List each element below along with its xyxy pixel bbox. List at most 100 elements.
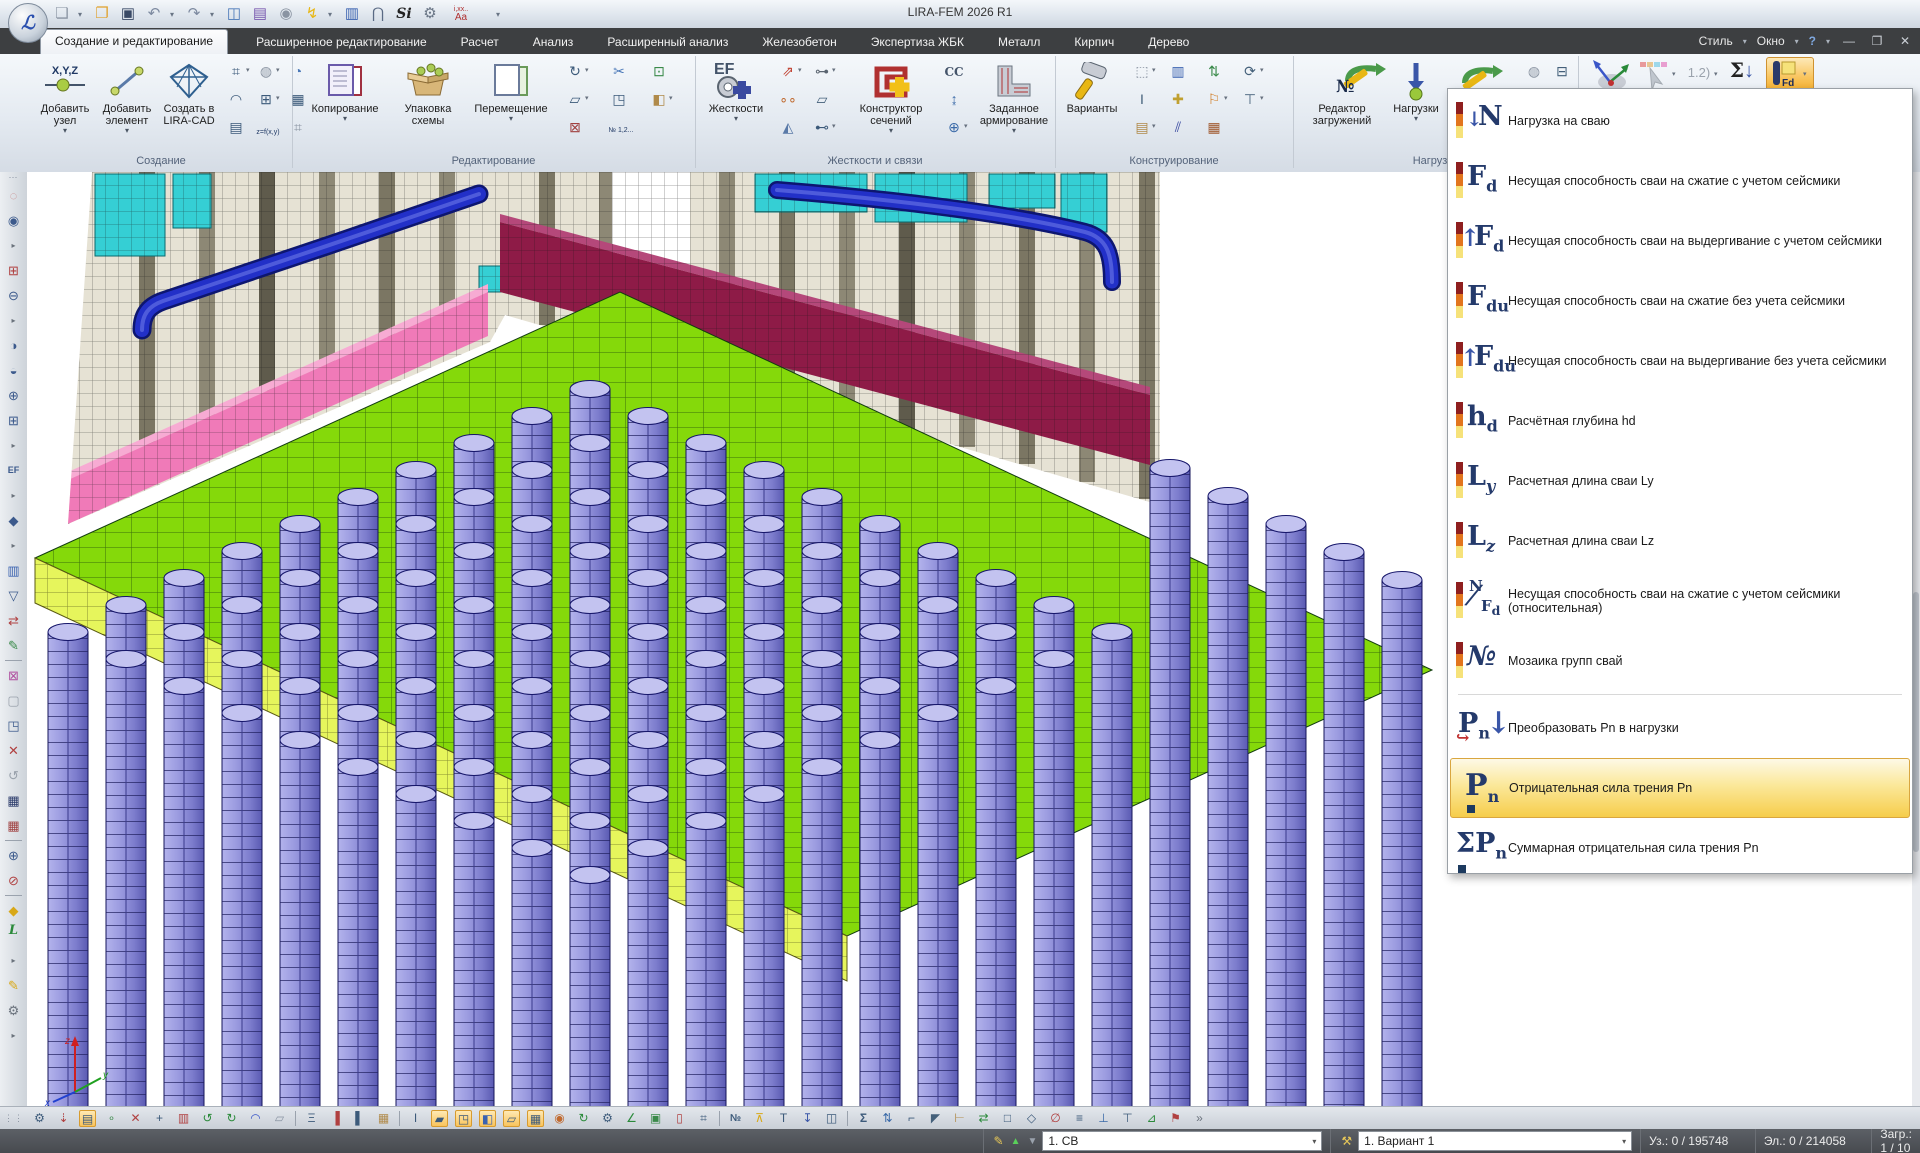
node-joint-icon[interactable]: ⊷ xyxy=(811,116,833,138)
palette-cursor-icon[interactable] xyxy=(1638,58,1672,92)
loads-button[interactable]: Нагрузки▾ xyxy=(1385,59,1447,151)
empty-box-icon[interactable]: □ xyxy=(999,1110,1016,1127)
sling-support-icon[interactable]: ◭ xyxy=(777,116,799,138)
menu-item-negative-friction[interactable]: Pn Отрицательная сила трения Pn xyxy=(1450,758,1910,818)
mirror-dropdown-icon[interactable]: ▾ xyxy=(585,88,593,110)
filter-icon[interactable]: ▽ xyxy=(0,583,27,608)
select-line-elements-icon[interactable]: ⊖ xyxy=(0,283,27,308)
select-cut-icon[interactable]: ◆ xyxy=(0,508,27,533)
rebar-add-icon[interactable]: ⫽ xyxy=(1167,116,1189,138)
t-mark-icon[interactable]: ⊤ xyxy=(1119,1110,1136,1127)
menu-item-bearing-compression-seismic[interactable]: Fd Несущая способность сваи на сжатие с … xyxy=(1450,151,1910,211)
load-arrow-icon[interactable]: ⊼ xyxy=(751,1110,768,1127)
select-elements-icon[interactable]: ⊞ xyxy=(0,258,27,283)
rotate-copy-icon[interactable]: ↻ xyxy=(564,60,586,82)
menu-item-design-length-ly[interactable]: Ly Расчетная длина сваи Ly xyxy=(1450,451,1910,511)
menu-item-bearing-pullout-seismic[interactable]: ↑ Fd Несущая способность сваи на выдерги… xyxy=(1450,211,1910,271)
loadcase-prev-icon[interactable]: ▲ xyxy=(1011,1136,1021,1147)
tab-calculation[interactable]: Расчет xyxy=(455,31,505,54)
select-stiffness-flyout-icon[interactable]: ▸ xyxy=(0,483,27,508)
tab-advanced-edit[interactable]: Расширенное редактирование xyxy=(250,31,433,54)
frame-dark-icon[interactable]: ▦ xyxy=(0,788,27,813)
close-button[interactable]: ✕ xyxy=(1896,34,1914,48)
given-reinforcement-button[interactable]: Заданное армирование▾ xyxy=(975,59,1053,151)
loadcase-next-icon[interactable]: ▼ xyxy=(1027,1136,1037,1147)
pile-probe-icon[interactable]: ⊕ xyxy=(943,116,965,138)
ruler-icon[interactable]: ⊢ xyxy=(951,1110,968,1127)
menu-item-bearing-pullout[interactable]: ↑ Fdu Несущая способность сваи на выдерг… xyxy=(1450,331,1910,391)
flag-plate-dropdown-icon[interactable]: ▾ xyxy=(1224,88,1232,110)
pile-probe-dropdown-icon[interactable]: ▾ xyxy=(964,116,972,138)
select-grid-icon[interactable]: ⊞ xyxy=(0,408,27,433)
pin-tool-icon[interactable]: ⊶ xyxy=(811,60,833,82)
steel-ibeam-icon[interactable]: Ι xyxy=(1131,88,1153,110)
measure-flyout-icon[interactable]: ▸ xyxy=(0,948,27,973)
node-marks-icon[interactable]: ∘ xyxy=(103,1110,120,1127)
variants-button[interactable]: Варианты xyxy=(1059,59,1125,151)
move-button[interactable]: Перемещение▾ xyxy=(466,59,556,151)
plate-element-icon[interactable]: ▱ xyxy=(811,88,833,110)
ibeam-display-icon[interactable]: Ι xyxy=(407,1110,424,1127)
load-case-editor-button[interactable]: № Редактор загружений xyxy=(1303,59,1381,151)
masonry-display-icon[interactable]: ▦ xyxy=(375,1110,392,1127)
load-down-icon[interactable]: ↧ xyxy=(799,1110,816,1127)
menu-item-pile-groups-mosaic[interactable]: № Мозаика групп свай xyxy=(1450,631,1910,691)
select-horizontal-icon[interactable]: ◒ xyxy=(0,358,27,383)
select-node-target-icon[interactable]: ⊕ xyxy=(0,383,27,408)
flag-plate-icon[interactable]: ⚐ xyxy=(1203,88,1225,110)
select-by-stiffness-icon[interactable]: EF xyxy=(0,458,27,483)
move-copy-node-icon[interactable]: ⊞ xyxy=(255,88,277,110)
select-zoom-icon[interactable]: ⊡ xyxy=(648,60,670,82)
select-grid-flyout-icon[interactable]: ▸ xyxy=(0,433,27,458)
spring-icon[interactable]: ↨ xyxy=(943,88,965,110)
solid-mode-icon[interactable]: ◳ xyxy=(455,1110,472,1127)
tab-steel[interactable]: Металл xyxy=(992,31,1046,54)
loadcase-edit-icon[interactable]: ✎ xyxy=(994,1134,1004,1148)
sum-display-icon[interactable]: Σ xyxy=(855,1110,872,1127)
slope-icon[interactable]: ⊿ xyxy=(1143,1110,1160,1127)
select-polyline-icon[interactable]: ◌ xyxy=(0,183,27,208)
menu-item-bearing-compression[interactable]: Fdu Несущая способность сваи на сжатие б… xyxy=(1450,271,1910,331)
tab-create-edit[interactable]: Создание и редактирование xyxy=(40,29,228,54)
cylinder-solid-icon[interactable]: ◍ xyxy=(255,60,277,82)
select-cut-flyout-icon[interactable]: ▸ xyxy=(0,533,27,558)
hide-node-numbers-icon[interactable]: ✕ xyxy=(127,1110,144,1127)
list-icon[interactable]: ≡ xyxy=(1071,1110,1088,1127)
delete-fragment-icon[interactable]: ⊠ xyxy=(564,116,586,138)
section-builder-button[interactable]: Конструктор сечений▾ xyxy=(845,59,937,151)
updown-icon[interactable]: ⇅ xyxy=(879,1110,896,1127)
plate-mode-icon[interactable]: ▰ xyxy=(431,1110,448,1127)
select-line-flyout-icon[interactable]: ▸ xyxy=(0,308,27,333)
select-flyout-icon[interactable]: ▸ xyxy=(0,233,27,258)
color-sphere-icon[interactable]: ◉ xyxy=(551,1110,568,1127)
number-format-dropdown-icon[interactable]: ▾ xyxy=(1714,64,1722,86)
masonry-dropdown-icon[interactable]: ▾ xyxy=(1152,116,1160,138)
stiffness-display-icon[interactable]: Ξ xyxy=(303,1110,320,1127)
flag-b-icon[interactable]: ⚑ xyxy=(1167,1110,1184,1127)
tab-masonry[interactable]: Кирпич xyxy=(1068,31,1120,54)
select-nodes-icon[interactable]: ◉ xyxy=(0,208,27,233)
pin-tool-dropdown-icon[interactable]: ▾ xyxy=(832,60,840,82)
comb-loads-icon[interactable]: ▥ xyxy=(175,1110,192,1127)
menu-item-total-negative-friction[interactable]: ΣPn Суммарная отрицательная сила трения … xyxy=(1450,818,1910,878)
menu-item-design-depth[interactable]: hd Расчётная глубина hd xyxy=(1450,391,1910,451)
diamond-icon[interactable]: ◇ xyxy=(1023,1110,1040,1127)
node-element-numbers-icon[interactable]: ▤ xyxy=(79,1110,96,1127)
mirror-plane-icon[interactable]: ▱ xyxy=(564,88,586,110)
tab-advanced-analysis[interactable]: Расширенный анализ xyxy=(601,31,734,54)
axes-12-icon[interactable]: ∠ xyxy=(623,1110,640,1127)
number-format-icon[interactable]: 1.2) xyxy=(1682,62,1716,84)
gray-cylinder-icon[interactable]: ◍ xyxy=(1523,60,1545,82)
menu-item-bearing-relative[interactable]: N⁄Fd Несущая способность сваи на сжатие … xyxy=(1450,571,1910,631)
pile-results-dropdown-icon[interactable]: ▾ xyxy=(1803,64,1811,86)
t-up-icon[interactable]: ⊥ xyxy=(1095,1110,1112,1127)
fragment-window-icon[interactable]: ◫ xyxy=(823,1110,840,1127)
tab-analysis[interactable]: Анализ xyxy=(527,31,580,54)
add-element-button[interactable]: Добавить элемент▾ xyxy=(96,59,158,151)
panels-cycle-dropdown-icon[interactable]: ▾ xyxy=(1260,60,1268,82)
frames-stack-icon[interactable]: ◧ xyxy=(648,88,670,110)
sum-loads-icon[interactable]: Σ↓ xyxy=(1724,58,1760,92)
copy-button[interactable]: Копирование▾ xyxy=(300,59,390,151)
help-menu[interactable]: ? xyxy=(1809,34,1816,48)
move-copy-dropdown-icon[interactable]: ▾ xyxy=(276,88,284,110)
